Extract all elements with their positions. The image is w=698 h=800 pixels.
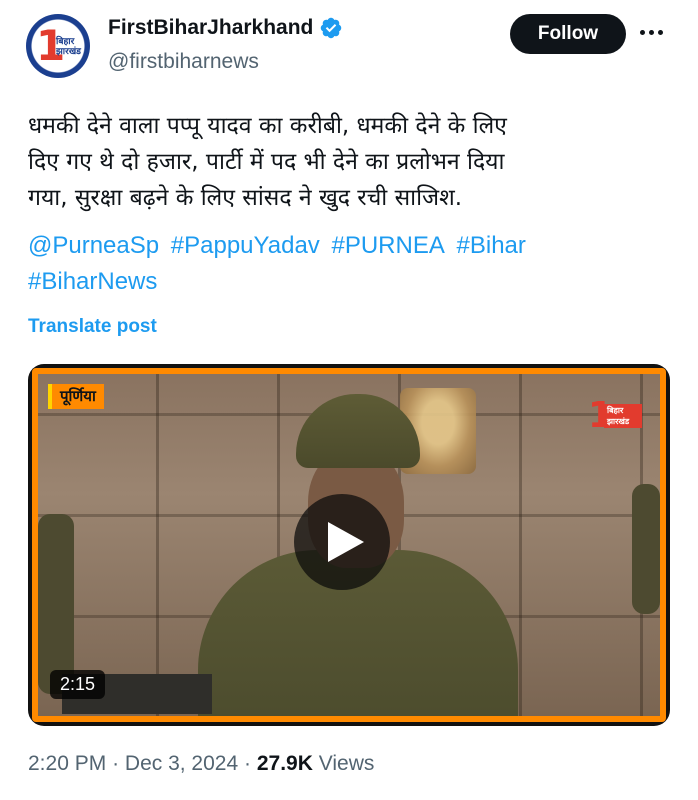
post-meta: 2:20 PM · Dec 3, 2024 · 27.9K Views	[28, 752, 374, 776]
dot	[658, 29, 663, 35]
channel-logo-text: बिहार झारखंड	[604, 404, 642, 428]
video-duration: 2:15	[50, 670, 106, 699]
meta-separator: ·	[112, 752, 120, 775]
channel-logo: 1 बिहार झारखंड	[588, 396, 642, 436]
post-time[interactable]: 2:20 PM	[28, 752, 106, 775]
avatar-logo-text: बिहार झारखंड	[56, 36, 81, 56]
post-text-line: धमकी देने वाला पप्पू यादव का करीबी, धमकी…	[28, 113, 507, 139]
hashtag-link[interactable]: #Bihar	[457, 232, 526, 259]
mention-link[interactable]: @PurneaSp	[28, 232, 159, 259]
hashtag-link[interactable]: #PURNEA	[331, 232, 444, 259]
post-date[interactable]: Dec 3, 2024	[125, 752, 238, 775]
video-player[interactable]: पूर्णिया 1 बिहार झारखंड 2:15	[28, 364, 670, 726]
background-person	[632, 484, 660, 614]
views-count: 27.9K	[256, 752, 313, 775]
verified-badge-icon	[321, 17, 342, 39]
translate-post-link[interactable]: Translate post	[28, 316, 157, 338]
play-button[interactable]	[294, 494, 390, 590]
more-horizontal-icon[interactable]	[640, 22, 670, 42]
author-avatar[interactable]: 1 बिहार झारखंड	[26, 14, 90, 78]
author-handle[interactable]: @firstbiharnews	[108, 50, 259, 74]
post-text: धमकी देने वाला पप्पू यादव का करीबी, धमकी…	[28, 108, 668, 216]
play-icon	[328, 522, 364, 562]
post-hashtags: @PurneaSp #PappuYadav #PURNEA #Bihar #Bi…	[28, 228, 668, 300]
location-badge: पूर्णिया	[48, 384, 104, 409]
author-display-name[interactable]: FirstBiharJharkhand	[108, 16, 313, 40]
hashtag-link[interactable]: #PappuYadav	[171, 232, 320, 259]
dot	[649, 29, 654, 35]
views-label: Views	[318, 752, 375, 775]
hashtag-link[interactable]: #BiharNews	[28, 268, 157, 295]
post-text-line: गया, सुरक्षा बढ़ने के लिए सांसद ने खुद र…	[28, 185, 463, 211]
background-person	[38, 514, 74, 694]
post-header: 1 बिहार झारखंड FirstBiharJharkhand @firs…	[0, 0, 698, 96]
meta-separator: ·	[244, 752, 251, 775]
follow-button[interactable]: Follow	[510, 14, 626, 54]
dot	[640, 29, 645, 35]
post-text-line: दिए गए थे दो हजार, पार्टी में पद भी देने…	[28, 149, 505, 175]
author-name-row: FirstBiharJharkhand	[108, 16, 343, 40]
